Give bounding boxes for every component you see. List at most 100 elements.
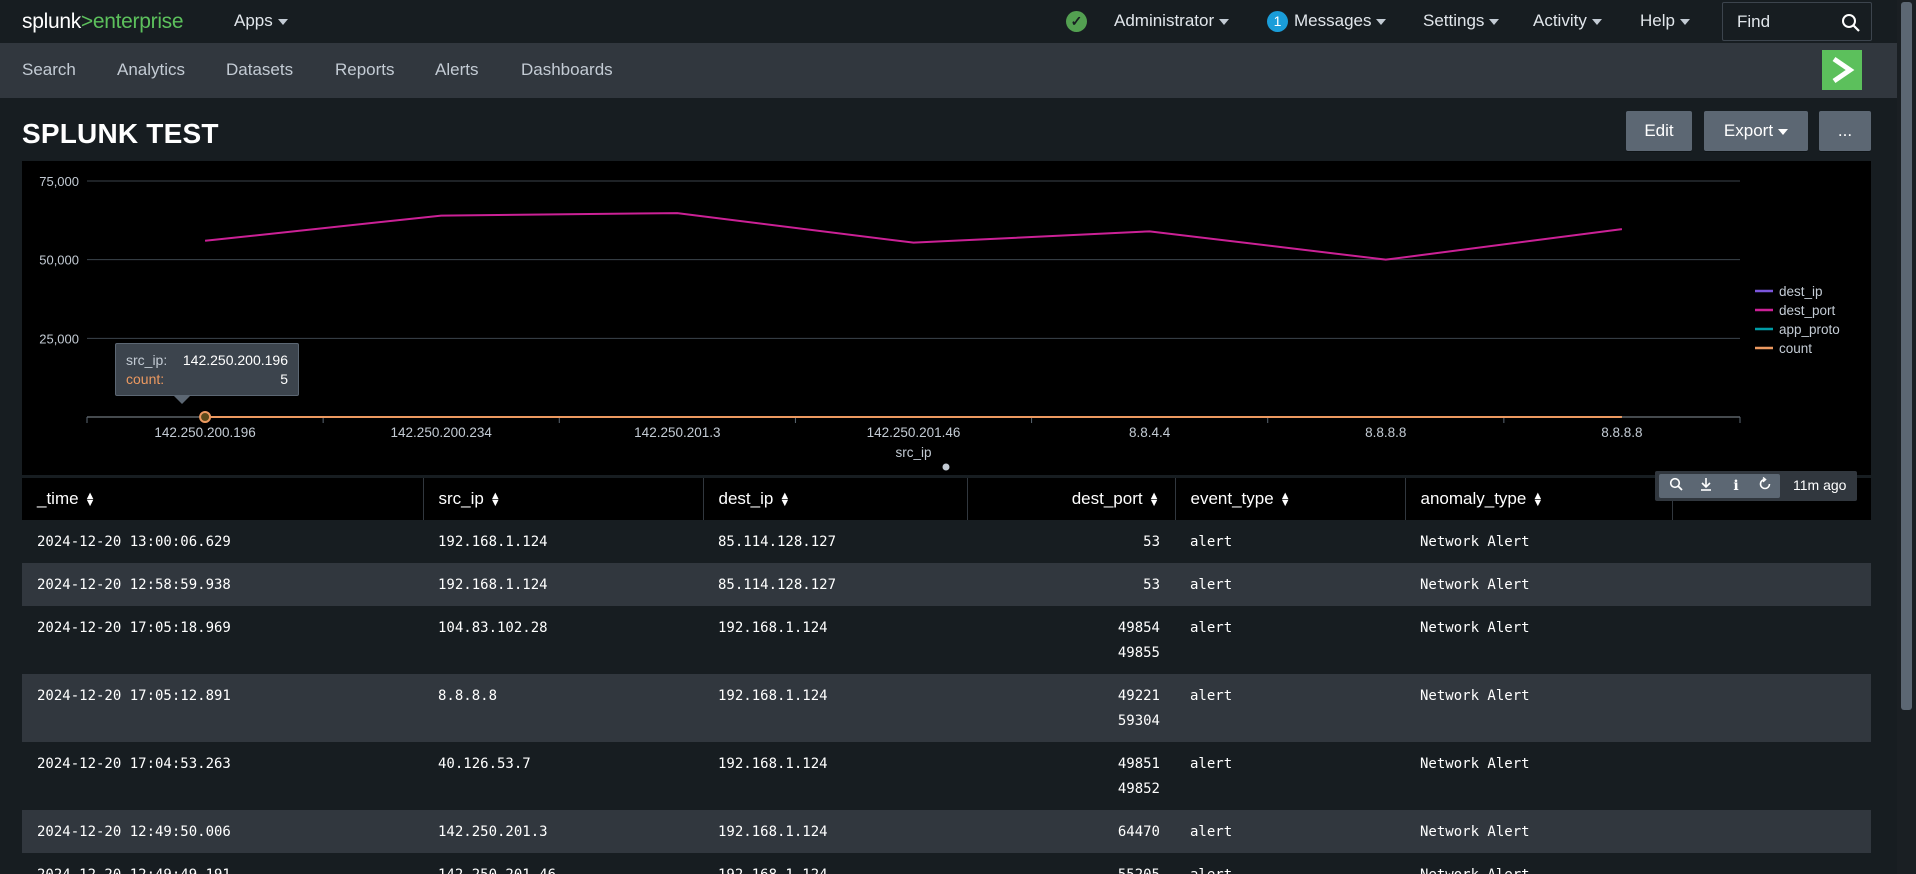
cell-time[interactable]: 2024-12-20 17:04:53.263 (22, 742, 423, 810)
search-icon (1842, 14, 1860, 32)
search-icon[interactable] (1663, 475, 1689, 497)
scrollbar-thumb[interactable] (1901, 2, 1912, 710)
cell-time[interactable]: 2024-12-20 17:05:12.891 (22, 674, 423, 742)
cell-time[interactable]: 2024-12-20 12:58:59.938 (22, 563, 423, 606)
cell-dest-port[interactable]: 53 (967, 563, 1175, 606)
refresh-icon[interactable] (1752, 475, 1778, 497)
cell-event-type[interactable]: alert (1175, 674, 1405, 742)
nav-reports[interactable]: Reports (335, 60, 395, 80)
cell-anomaly-type[interactable]: Network Alert (1405, 606, 1672, 674)
column-header-event-type[interactable]: event_type ▲ ▼ (1175, 478, 1406, 520)
cell-anomaly-type[interactable]: Network Alert (1405, 520, 1672, 563)
table-row[interactable]: 2024-12-20 12:58:59.938 192.168.1.124 85.1… (22, 563, 1871, 606)
cell-time[interactable]: 2024-12-20 12:49:50.006 (22, 810, 423, 853)
cell-empty[interactable] (1672, 563, 1871, 606)
help-menu[interactable]: Help (1640, 11, 1690, 31)
messages-menu[interactable]: 1 Messages (1267, 11, 1387, 32)
column-header-anomaly-type[interactable]: anomaly_type ▲ ▼ (1405, 478, 1673, 520)
cell-dest-ip[interactable]: 192.168.1.124 (703, 810, 967, 853)
cell-dest-port[interactable]: 49854 49855 (967, 606, 1175, 674)
more-actions-button[interactable]: ... (1819, 111, 1871, 151)
dest-port-value: 55205 (982, 863, 1160, 874)
apps-menu[interactable]: Apps (234, 11, 288, 31)
download-icon[interactable] (1693, 475, 1719, 497)
cell-empty[interactable] (1672, 810, 1871, 853)
cell-anomaly-type[interactable]: Network Alert (1405, 853, 1672, 874)
chevron-down-icon (1489, 18, 1500, 25)
column-header-dest-ip[interactable]: dest_ip ▲ ▼ (703, 478, 968, 520)
dest-port-value: 53 (1143, 534, 1160, 550)
info-icon[interactable]: i (1723, 475, 1749, 497)
nav-datasets[interactable]: Datasets (226, 60, 293, 80)
cell-src-ip[interactable]: 8.8.8.8 (423, 674, 703, 742)
nav-alerts[interactable]: Alerts (435, 60, 478, 80)
table-row[interactable]: 2024-12-20 17:05:12.891 8.8.8.8 192.168.1.… (22, 674, 1871, 742)
cell-event-type[interactable]: alert (1175, 563, 1405, 606)
table-row[interactable]: 2024-12-20 13:00:06.629 192.168.1.124 85.1… (22, 520, 1871, 563)
cell-empty[interactable] (1672, 520, 1871, 563)
cell-dest-ip[interactable]: 192.168.1.124 (703, 853, 967, 874)
app-launch-button[interactable] (1822, 50, 1862, 90)
activity-menu[interactable]: Activity (1533, 11, 1602, 31)
cell-src-ip[interactable]: 40.126.53.7 (423, 742, 703, 810)
find-placeholder: Find (1737, 12, 1771, 31)
find-input[interactable]: Find (1722, 2, 1872, 41)
cell-event-type[interactable]: alert (1175, 606, 1405, 674)
cell-src-ip[interactable]: 192.168.1.124 (423, 563, 703, 606)
cell-dest-port[interactable]: 55205 (967, 853, 1175, 874)
cell-src-ip[interactable]: 142.250.201.46 (423, 853, 703, 874)
chevron-down-icon (1591, 18, 1602, 25)
cell-src-ip[interactable]: 142.250.201.3 (423, 810, 703, 853)
cell-anomaly-type[interactable]: Network Alert (1405, 742, 1672, 810)
health-status-icon[interactable]: ✓ (1066, 11, 1087, 32)
cell-dest-port[interactable]: 53 (967, 520, 1175, 563)
cell-dest-ip[interactable]: 85.114.128.127 (703, 520, 967, 563)
edit-button[interactable]: Edit (1626, 111, 1692, 151)
nav-analytics[interactable]: Analytics (117, 60, 185, 80)
x-tick-label: 142.250.201.46 (867, 425, 961, 440)
x-tick-label: 142.250.201.3 (634, 425, 720, 440)
page-scrollbar[interactable] (1897, 0, 1916, 874)
cell-empty[interactable] (1672, 853, 1871, 874)
splunk-logo[interactable]: splunk>enterprise (22, 10, 184, 34)
cell-src-ip[interactable]: 104.83.102.28 (423, 606, 703, 674)
table-row[interactable]: 2024-12-20 17:05:18.969 104.83.102.28 192.… (22, 606, 1871, 674)
cell-dest-port[interactable]: 49221 59304 (967, 674, 1175, 742)
settings-menu[interactable]: Settings (1423, 11, 1500, 31)
y-tick-label: 75,000 (39, 174, 79, 189)
cell-event-type[interactable]: alert (1175, 810, 1405, 853)
chevron-down-icon (1778, 128, 1789, 135)
cell-empty[interactable] (1672, 742, 1871, 810)
nav-dashboards[interactable]: Dashboards (521, 60, 613, 80)
cell-src-ip[interactable]: 192.168.1.124 (423, 520, 703, 563)
cell-empty[interactable] (1672, 674, 1871, 742)
cell-dest-ip[interactable]: 192.168.1.124 (703, 606, 967, 674)
cell-empty[interactable] (1672, 606, 1871, 674)
cell-dest-port[interactable]: 64470 (967, 810, 1175, 853)
column-header-dest-port[interactable]: dest_port ▲ ▼ (967, 478, 1176, 520)
cell-anomaly-type[interactable]: Network Alert (1405, 563, 1672, 606)
table-row[interactable]: 2024-12-20 17:04:53.263 40.126.53.7 192.16… (22, 742, 1871, 810)
chart-pagination-dot (942, 463, 950, 471)
cell-event-type[interactable]: alert (1175, 520, 1405, 563)
line-chart[interactable]: 75,000 50,000 25,000 142.250.200.196 142.250… (22, 161, 1871, 475)
nav-search[interactable]: Search (22, 60, 76, 80)
cell-time[interactable]: 2024-12-20 12:49:49.191 (22, 853, 423, 874)
cell-dest-ip[interactable]: 192.168.1.124 (703, 674, 967, 742)
cell-event-type[interactable]: alert (1175, 742, 1405, 810)
cell-dest-port[interactable]: 49851 49852 (967, 742, 1175, 810)
cell-dest-ip[interactable]: 85.114.128.127 (703, 563, 967, 606)
column-header-src-ip[interactable]: src_ip ▲ ▼ (423, 478, 704, 520)
cell-time[interactable]: 2024-12-20 17:05:18.969 (22, 606, 423, 674)
export-button[interactable]: Export (1704, 111, 1808, 151)
cell-event-type[interactable]: alert (1175, 853, 1405, 874)
user-menu[interactable]: Administrator (1114, 11, 1230, 31)
column-header-time[interactable]: _time ▲ ▼ (22, 478, 424, 520)
dest-port-value: 49851 (1117, 756, 1160, 772)
cell-time[interactable]: 2024-12-20 13:00:06.629 (22, 520, 423, 563)
table-row[interactable]: 2024-12-20 12:49:50.006 142.250.201.3 192.… (22, 810, 1871, 853)
cell-anomaly-type[interactable]: Network Alert (1405, 674, 1672, 742)
cell-dest-ip[interactable]: 192.168.1.124 (703, 742, 967, 810)
cell-anomaly-type[interactable]: Network Alert (1405, 810, 1672, 853)
table-row[interactable]: 2024-12-20 12:49:49.191142.250.201.46192… (22, 853, 1871, 874)
